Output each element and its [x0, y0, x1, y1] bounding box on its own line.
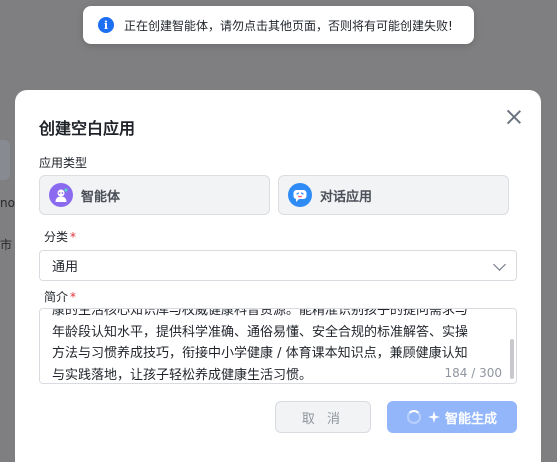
cancel-button[interactable]: 取 消 [275, 401, 371, 433]
description-textarea[interactable]: 康的生活核心知识库与权威健康科普资源。能精准识别孩子的提问需求与 年龄段认知水平… [39, 308, 517, 384]
required-mark: * [70, 290, 77, 304]
chat-bot-icon [288, 183, 312, 207]
app-type-label-chat: 对话应用 [320, 189, 373, 205]
app-type-label-agent: 智能体 [81, 189, 121, 205]
chevron-down-icon [493, 258, 506, 271]
category-label-text: 分类 [44, 230, 69, 244]
smart-generate-button[interactable]: 智能生成 [387, 401, 517, 433]
description-text: 康的生活核心知识库与权威健康科普资源。能精准识别孩子的提问需求与 年龄段认知水平… [52, 308, 469, 383]
app-type-label: 应用类型 [39, 156, 88, 170]
background-text-fragment: 市 [0, 238, 13, 252]
loading-toast: i 正在创建智能体，请勿点击其他页面，否则将有可能创建失败! [83, 6, 474, 44]
category-label: 分类 * [44, 228, 76, 245]
create-app-dialog: 创建空白应用 应用类型 智能体 对话应用 分类 * 通用 简介 * 康的生活核心… [15, 90, 541, 462]
smart-generate-label: 智能生成 [444, 411, 497, 427]
char-counter: 184 / 300 [440, 366, 502, 380]
sparkle-icon [427, 411, 440, 423]
dialog-title: 创建空白应用 [39, 119, 136, 138]
app-type-chat-option[interactable]: 对话应用 [278, 175, 509, 215]
category-select-value: 通用 [52, 260, 79, 275]
toast-message: 正在创建智能体，请勿点击其他页面，否则将有可能创建失败! [124, 18, 453, 33]
required-mark: * [70, 230, 77, 244]
textarea-scrollbar[interactable] [510, 339, 514, 379]
description-label: 简介 * [44, 288, 76, 305]
description-label-text: 简介 [44, 290, 69, 304]
info-icon: i [98, 17, 114, 33]
background-text-fragment: no [0, 196, 15, 210]
app-type-agent-option[interactable]: 智能体 [39, 175, 270, 215]
loading-spinner-icon [406, 410, 421, 424]
background-card [0, 140, 10, 180]
robot-icon [49, 183, 73, 207]
close-icon[interactable] [505, 108, 523, 126]
category-select[interactable]: 通用 [39, 250, 517, 281]
